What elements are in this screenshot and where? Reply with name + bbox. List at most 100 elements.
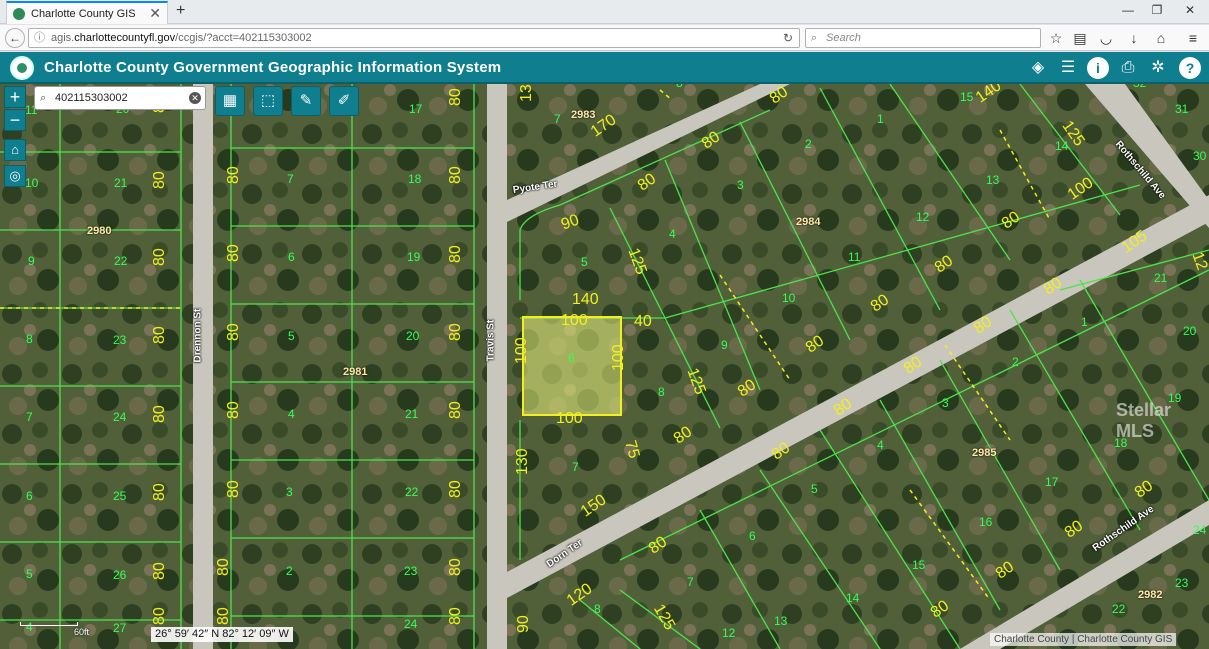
road-travis-st: [487, 84, 507, 649]
lot-dimension-label: 80: [151, 607, 168, 625]
lot-number-label: 1: [877, 112, 884, 126]
search-placeholder: Search: [826, 32, 861, 44]
lot-number-label: 17: [1045, 475, 1059, 489]
block-number-label: 2985: [972, 447, 997, 459]
map-canvas: [0, 84, 1209, 649]
lot-number-label: 12: [722, 626, 736, 640]
lot-number-label: 2: [805, 137, 812, 151]
lot-number-label: 6: [288, 250, 295, 264]
clear-search-icon[interactable]: ✕: [189, 92, 201, 104]
lot-number-label: 6: [568, 351, 575, 365]
selected-parcel[interactable]: [522, 316, 622, 416]
parcel-search-input[interactable]: ⌕ 402115303002 ✕: [34, 86, 206, 110]
address-bar[interactable]: ⓘ agis.charlottecountyfl.gov/ccgis/?acct…: [28, 28, 800, 48]
tools-icon[interactable]: ✲: [1147, 57, 1169, 79]
search-icon: ⌕: [40, 92, 47, 104]
lot-number-label: 24: [1193, 523, 1207, 537]
lot-number-label: 23: [404, 564, 418, 578]
lot-dimension-label: 80: [447, 480, 464, 498]
lot-dimension-label: 80: [151, 405, 168, 423]
new-tab-button[interactable]: +: [176, 2, 185, 20]
map-view[interactable]: 7820171115323112143010217183134129226195…: [0, 84, 1209, 649]
lot-number-label: 22: [114, 254, 128, 268]
watermark-text: Stellar MLS: [1116, 400, 1172, 441]
lot-dimension-label: 80: [447, 558, 464, 576]
lot-number-label: 10: [782, 291, 796, 305]
home-extent-icon[interactable]: ⌂: [4, 139, 26, 161]
app-header: Charlotte County Government Geographic I…: [0, 52, 1209, 84]
locate-icon[interactable]: ◎: [4, 165, 26, 187]
tab-title: Charlotte County GIS: [31, 7, 136, 20]
lot-number-label: 27: [113, 621, 127, 635]
lot-number-label: 6: [749, 529, 756, 543]
scale-bar: [20, 622, 78, 626]
measure-button[interactable]: ✐: [329, 86, 359, 116]
lot-dimension-label: 140: [572, 291, 599, 308]
select-area-button[interactable]: ⬚: [253, 86, 283, 116]
print-icon[interactable]: ⎙: [1117, 57, 1139, 79]
lot-number-label: 7: [287, 172, 294, 186]
lot-number-label: 4: [288, 407, 295, 421]
browser-tab[interactable]: Charlotte County GIS ✕: [6, 1, 168, 24]
lot-dimension-label: 130: [514, 448, 531, 475]
lot-number-label: 23: [1175, 576, 1189, 590]
lot-number-label: 25: [113, 489, 127, 503]
lot-dimension-label: 90: [515, 615, 532, 633]
lot-number-label: 7: [554, 112, 561, 126]
close-window-icon[interactable]: ✕: [1180, 3, 1200, 17]
lot-dimension-label: 100: [610, 344, 627, 371]
pocket-icon[interactable]: ◡: [1096, 28, 1116, 48]
lot-dimension-label: 80: [151, 562, 168, 580]
lot-number-label: 15: [912, 558, 926, 572]
lot-dimension-label: 80: [151, 483, 168, 501]
block-number-label: 2982: [1138, 589, 1163, 601]
block-number-label: 2981: [343, 366, 368, 378]
basemap-grid-button[interactable]: ▦: [215, 86, 245, 116]
lot-dimension-label: 80: [225, 166, 242, 184]
info-circle-icon[interactable]: i: [1087, 57, 1109, 79]
reading-list-icon[interactable]: ▤: [1070, 28, 1090, 48]
back-arrow-icon[interactable]: ←: [5, 28, 25, 48]
layers-icon[interactable]: ◈: [1027, 57, 1049, 79]
zoom-out-button[interactable]: −: [4, 109, 26, 131]
lot-dimension-label: 130: [518, 84, 535, 102]
url-prefix: agis.: [51, 32, 75, 44]
bookmark-star-icon[interactable]: ☆: [1046, 28, 1066, 48]
reload-icon[interactable]: ↻: [783, 29, 793, 47]
lot-number-label: 9: [28, 254, 35, 268]
url-domain: charlottecountyfl.gov: [74, 32, 176, 44]
county-logo: [10, 56, 34, 80]
home-icon[interactable]: ⌂: [1151, 28, 1171, 48]
lot-number-label: 3: [942, 396, 949, 410]
lot-number-label: 22: [405, 485, 419, 499]
browser-search-field[interactable]: ⌕ Search: [805, 28, 1041, 48]
legend-list-icon[interactable]: ☰: [1057, 57, 1079, 79]
lot-number-label: 7: [572, 460, 579, 474]
lot-number-label: 8: [594, 602, 601, 616]
minimize-icon[interactable]: —: [1118, 3, 1138, 17]
lot-dimension-label: 80: [447, 245, 464, 263]
edit-notes-button[interactable]: ✎: [291, 86, 321, 116]
coordinate-readout: 26° 59′ 42″ N 82° 12′ 09″ W: [151, 627, 293, 642]
tab-close-icon[interactable]: ✕: [149, 5, 161, 22]
download-icon[interactable]: ↓: [1124, 28, 1144, 48]
info-icon[interactable]: ⓘ: [34, 29, 45, 47]
lot-dimension-label: 80: [225, 401, 242, 419]
lot-dimension-label: 80: [151, 326, 168, 344]
maximize-icon[interactable]: ❐: [1147, 3, 1167, 17]
road-drennon-st: [193, 84, 213, 649]
lot-number-label: 21: [1154, 271, 1168, 285]
lot-number-label: 1: [1081, 315, 1088, 329]
lot-number-label: 21: [114, 176, 128, 190]
lot-number-label: 11: [848, 250, 861, 264]
help-icon[interactable]: ?: [1179, 57, 1201, 79]
lot-dimension-label: 80: [447, 607, 464, 625]
lot-number-label: 26: [113, 568, 127, 582]
street-name-label: Travis St: [485, 319, 497, 362]
lot-number-label: 15: [960, 90, 974, 104]
lot-dimension-label: 80: [215, 607, 232, 625]
lot-number-label: 2: [1012, 355, 1019, 369]
zoom-in-button[interactable]: +: [4, 86, 26, 108]
menu-icon[interactable]: ≡: [1183, 28, 1203, 48]
lot-dimension-label: 80: [215, 558, 232, 576]
